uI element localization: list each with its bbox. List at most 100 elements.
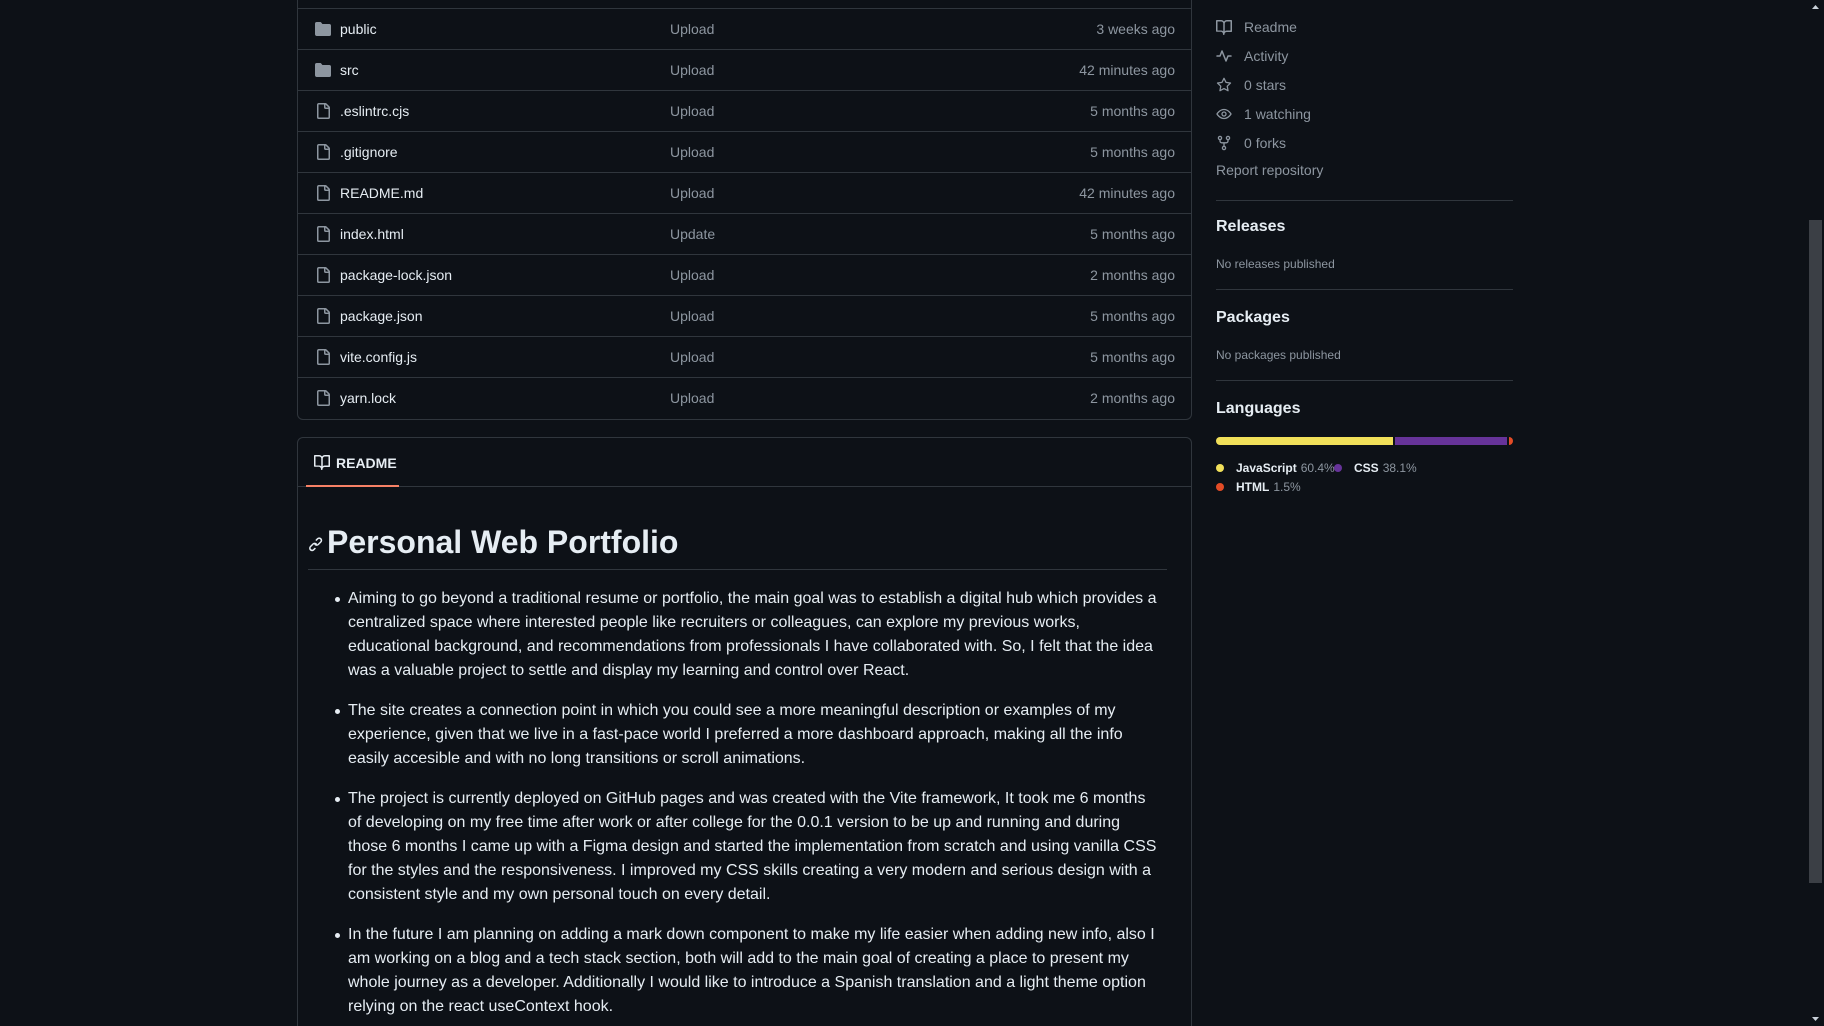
commit-date: 42 minutes ago bbox=[1079, 62, 1175, 78]
file-icon bbox=[317, 185, 330, 201]
scrollbar-thumb[interactable] bbox=[1809, 220, 1822, 883]
tab-readme-label: README bbox=[336, 455, 397, 471]
star-icon bbox=[1216, 77, 1232, 92]
file-row[interactable]: package.json Upload 5 months ago bbox=[298, 295, 1191, 336]
commit-message-link[interactable]: Upload bbox=[670, 308, 714, 324]
languages-bar bbox=[1216, 437, 1513, 445]
sidebar-readme-label: Readme bbox=[1244, 19, 1297, 35]
file-name-link[interactable]: public bbox=[340, 21, 377, 37]
report-repository-link[interactable]: Report repository bbox=[1216, 162, 1323, 178]
readme-bullet: The site creates a connection point in w… bbox=[335, 699, 1160, 771]
commit-message-link[interactable]: Upload bbox=[670, 390, 714, 406]
watching-label: watching bbox=[1255, 106, 1311, 122]
language-color-dot bbox=[1216, 464, 1224, 472]
commit-date: 42 minutes ago bbox=[1079, 185, 1175, 201]
packages-heading[interactable]: Packages bbox=[1216, 309, 1290, 327]
file-name-link[interactable]: src bbox=[340, 62, 359, 78]
file-row[interactable]: .eslintrc.cjs Upload 5 months ago bbox=[298, 90, 1191, 131]
sidebar-activity-label: Activity bbox=[1244, 48, 1289, 64]
languages-heading: Languages bbox=[1216, 400, 1301, 417]
file-row[interactable]: yarn.lock Upload 2 months ago bbox=[298, 377, 1191, 418]
commit-message-link[interactable]: Upload bbox=[670, 267, 714, 283]
commit-date: 5 months ago bbox=[1090, 103, 1175, 119]
commit-message-link[interactable]: Upload bbox=[670, 21, 714, 37]
commit-message-link[interactable]: Upload bbox=[670, 349, 714, 365]
forks-label: forks bbox=[1255, 135, 1287, 151]
file-name-link[interactable]: README.md bbox=[340, 185, 423, 201]
language-percent: 60.4% bbox=[1300, 461, 1335, 475]
file-name-link[interactable]: vite.config.js bbox=[340, 349, 417, 365]
language-item[interactable]: JavaScript 60.4% bbox=[1216, 461, 1335, 475]
commit-date: 5 months ago bbox=[1090, 144, 1175, 160]
readme-bullet: In the future I am planning on adding a … bbox=[335, 923, 1160, 1019]
file-row[interactable]: vite.config.js Upload 5 months ago bbox=[298, 336, 1191, 377]
file-row[interactable]: README.md Upload 42 minutes ago bbox=[298, 172, 1191, 213]
eye-icon bbox=[1216, 108, 1232, 120]
language-name: CSS bbox=[1354, 461, 1379, 475]
readme-tabbar: README bbox=[298, 438, 1191, 487]
file-name-link[interactable]: package.json bbox=[340, 308, 423, 324]
language-name: HTML bbox=[1236, 480, 1270, 494]
commit-date: 5 months ago bbox=[1090, 349, 1175, 365]
file-row[interactable]: src Upload 42 minutes ago bbox=[298, 49, 1191, 90]
sidebar-readme-link[interactable]: Readme bbox=[1216, 17, 1297, 37]
releases-note: No releases published bbox=[1216, 257, 1335, 271]
commit-message-link[interactable]: Upload bbox=[670, 185, 714, 201]
language-name: JavaScript bbox=[1236, 461, 1297, 475]
sidebar-divider bbox=[1216, 289, 1513, 290]
file-name-link[interactable]: package-lock.json bbox=[340, 267, 452, 283]
language-bar-segment[interactable] bbox=[1216, 437, 1393, 445]
file-name-link[interactable]: .gitignore bbox=[340, 144, 398, 160]
language-percent: 1.5% bbox=[1273, 480, 1301, 494]
readme-bullet: Aiming to go beyond a traditional resume… bbox=[335, 587, 1160, 683]
file-name-link[interactable]: .eslintrc.cjs bbox=[340, 103, 409, 119]
file-row[interactable]: public Upload 3 weeks ago bbox=[298, 8, 1191, 49]
commit-message-link[interactable]: Upload bbox=[670, 103, 714, 119]
readme-panel: README Personal Web Portfolio Aiming to … bbox=[297, 437, 1192, 1026]
commit-date: 2 months ago bbox=[1090, 390, 1175, 406]
folder-icon bbox=[315, 63, 331, 77]
stars-count: 0 bbox=[1244, 77, 1252, 93]
language-item[interactable]: HTML 1.5% bbox=[1216, 480, 1301, 494]
file-icon bbox=[317, 390, 330, 406]
watching-count: 1 bbox=[1244, 106, 1252, 122]
language-color-dot bbox=[1334, 464, 1342, 472]
sidebar-forks-link[interactable]: 0 forks bbox=[1216, 133, 1286, 153]
file-row[interactable]: package-lock.json Upload 2 months ago bbox=[298, 254, 1191, 295]
file-icon bbox=[317, 308, 330, 324]
sidebar-stars-link[interactable]: 0 stars bbox=[1216, 75, 1286, 95]
commit-message-link[interactable]: Update bbox=[670, 226, 715, 242]
commit-date: 3 weeks ago bbox=[1096, 21, 1175, 37]
stars-label: stars bbox=[1255, 77, 1287, 93]
language-bar-segment[interactable] bbox=[1508, 437, 1513, 445]
readme-title: Personal Web Portfolio bbox=[327, 524, 679, 560]
file-icon bbox=[317, 144, 330, 160]
commit-message-link[interactable]: Upload bbox=[670, 144, 714, 160]
language-item[interactable]: CSS 38.1% bbox=[1334, 461, 1417, 475]
commit-date: 5 months ago bbox=[1090, 226, 1175, 242]
file-name-link[interactable]: index.html bbox=[340, 226, 404, 242]
tab-readme[interactable]: README bbox=[306, 438, 399, 487]
language-color-dot bbox=[1216, 483, 1224, 491]
releases-heading[interactable]: Releases bbox=[1216, 218, 1285, 236]
commit-message-link[interactable]: Upload bbox=[670, 62, 714, 78]
scroll-up-arrow-icon[interactable] bbox=[1811, 3, 1820, 12]
file-row[interactable]: .gitignore Upload 5 months ago bbox=[298, 131, 1191, 172]
language-bar-segment[interactable] bbox=[1394, 437, 1507, 445]
sidebar-watching-link[interactable]: 1 watching bbox=[1216, 104, 1311, 124]
sidebar-activity-link[interactable]: Activity bbox=[1216, 46, 1288, 66]
scroll-down-arrow-icon[interactable] bbox=[1811, 1014, 1820, 1023]
folder-icon bbox=[315, 22, 331, 36]
pulse-icon bbox=[1216, 50, 1232, 62]
file-name-link[interactable]: yarn.lock bbox=[340, 390, 396, 406]
book-icon bbox=[314, 455, 330, 470]
file-row[interactable]: index.html Update 5 months ago bbox=[298, 213, 1191, 254]
file-list: public Upload 3 weeks ago src Upload 42 minut… bbox=[297, 0, 1192, 420]
file-icon bbox=[317, 267, 330, 283]
page-scrollbar[interactable] bbox=[1807, 0, 1824, 1026]
file-icon bbox=[317, 103, 330, 119]
packages-note: No packages published bbox=[1216, 348, 1341, 362]
readme-bullet-list: Aiming to go beyond a traditional resume… bbox=[335, 587, 1160, 1026]
language-percent: 38.1% bbox=[1382, 461, 1417, 475]
readme-heading: Personal Web Portfolio bbox=[308, 522, 1167, 570]
